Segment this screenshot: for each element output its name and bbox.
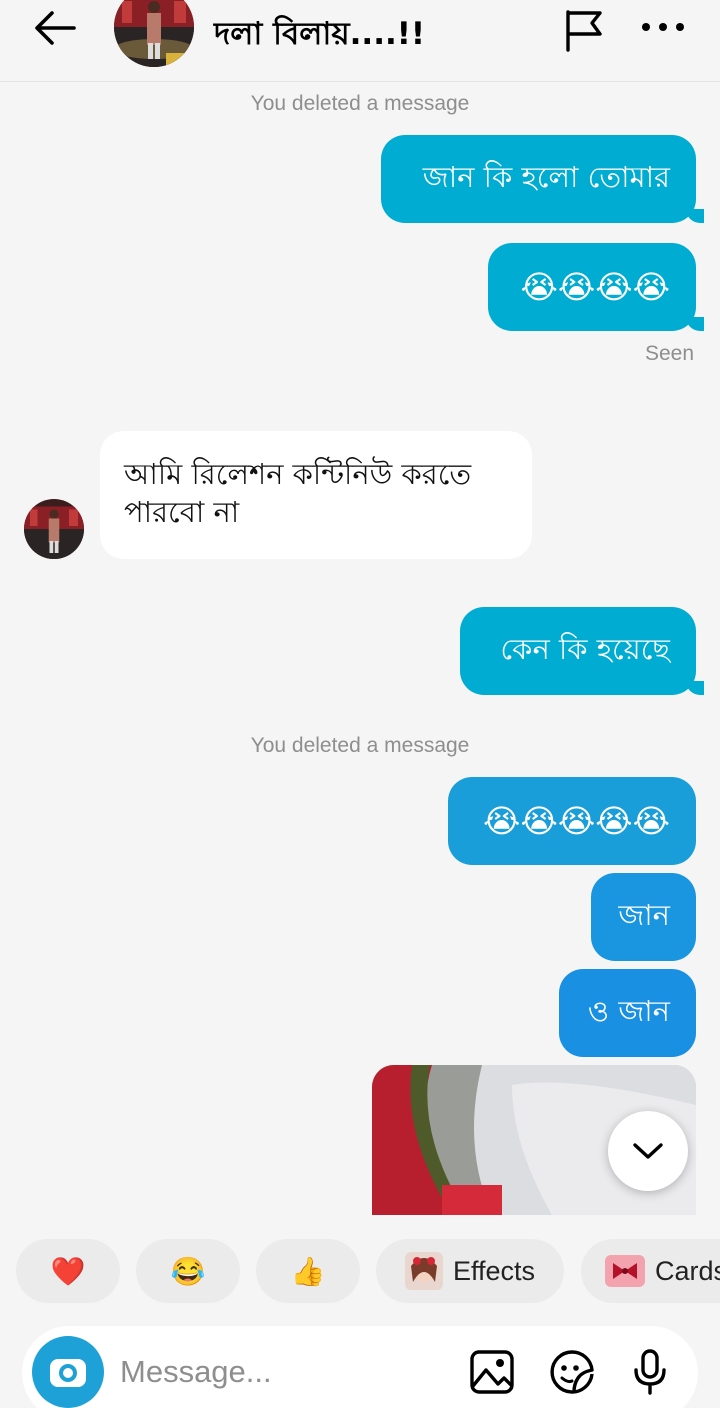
sticker-button[interactable] xyxy=(548,1348,596,1396)
camera-button[interactable] xyxy=(32,1336,104,1408)
arrow-left-icon xyxy=(35,11,76,45)
cards-label: Cards xyxy=(655,1255,720,1286)
contact-name[interactable]: দলা বিলায়....!! xyxy=(214,10,425,62)
gallery-button[interactable] xyxy=(468,1348,516,1396)
sender-avatar[interactable] xyxy=(24,499,84,559)
deleted-message-notice: You deleted a message xyxy=(250,92,470,115)
chevron-down-icon xyxy=(633,1143,663,1159)
back-button[interactable] xyxy=(30,6,82,50)
sticker-icon xyxy=(550,1350,594,1394)
microphone-button[interactable] xyxy=(626,1348,674,1396)
outgoing-message[interactable]: কেন কি হয়েছে xyxy=(460,607,704,695)
scroll-to-bottom-button[interactable] xyxy=(608,1111,688,1191)
contact-avatar[interactable] xyxy=(114,0,194,67)
image-icon xyxy=(470,1350,514,1394)
laughing-face-icon: 😂 xyxy=(170,1255,206,1287)
microphone-icon xyxy=(634,1349,666,1395)
message-input[interactable] xyxy=(120,1346,440,1398)
outgoing-message[interactable]: ও জান xyxy=(559,969,696,1057)
incoming-message[interactable]: আমি রিলেশন কন্টিনিউ করতে পারবো না xyxy=(100,431,532,559)
heart-icon: ❤️ xyxy=(50,1255,86,1287)
cards-button[interactable]: Cards xyxy=(581,1239,720,1303)
report-button[interactable] xyxy=(560,6,608,54)
effects-label: Effects xyxy=(452,1255,536,1286)
outgoing-message[interactable]: জান কি হলো তোমার xyxy=(381,135,704,223)
outgoing-message[interactable]: 😭😭😭😭 xyxy=(488,243,704,331)
heart-reaction-button[interactable]: ❤️ xyxy=(16,1239,120,1303)
seen-indicator: Seen xyxy=(644,342,694,365)
outgoing-message[interactable]: জান xyxy=(591,873,696,961)
laugh-reaction-button[interactable]: 😂 xyxy=(136,1239,240,1303)
chat-header: দলা বিলায়....!! xyxy=(0,0,720,82)
more-horizontal-icon xyxy=(642,23,684,31)
effects-button[interactable]: Effects xyxy=(376,1239,564,1303)
thumbs-up-icon: 👍 xyxy=(290,1255,326,1287)
flag-icon xyxy=(566,10,602,52)
thumbs-up-reaction-button[interactable]: 👍 xyxy=(256,1239,360,1303)
more-options-button[interactable] xyxy=(638,12,688,42)
gift-card-icon xyxy=(605,1255,645,1287)
outgoing-message[interactable]: 😭😭😭😭😭 xyxy=(448,777,696,865)
effects-thumbnail-icon xyxy=(404,1252,443,1290)
message-composer xyxy=(22,1326,698,1408)
camera-icon xyxy=(50,1359,86,1387)
deleted-message-notice: You deleted a message xyxy=(250,734,470,757)
